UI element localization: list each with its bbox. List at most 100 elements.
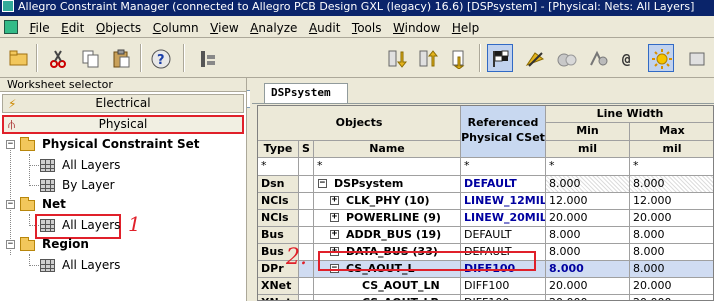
row-max[interactable]: 8.000 [630, 244, 713, 261]
filter-name[interactable]: * [314, 158, 461, 176]
tree-net[interactable]: Net [42, 197, 66, 211]
worksheet-grid-icon [40, 179, 55, 192]
worksheet-area: DSPsystem Objects Referenced Physical CS… [250, 78, 714, 301]
more-icon[interactable] [684, 44, 710, 72]
header-objects[interactable]: Objects [258, 106, 461, 141]
tab-dspsystem[interactable]: DSPsystem [264, 83, 348, 103]
row-name-cell[interactable]: − DSPsystem [314, 176, 461, 193]
header-line-width[interactable]: Line Width [546, 106, 713, 123]
row-min[interactable]: 8.000 [546, 176, 630, 193]
tree-physical-constraint-set[interactable]: Physical Constraint Set [42, 137, 200, 151]
row-max[interactable]: 8.000 [630, 227, 713, 244]
row-max[interactable]: 8.000 [630, 261, 713, 278]
row-max[interactable]: 20.000 [630, 210, 713, 227]
collapse-icon[interactable]: − [6, 140, 15, 149]
expand-icon[interactable]: + [330, 230, 339, 239]
menu-window[interactable]: Window [389, 17, 444, 39]
row-type[interactable]: Bus [258, 227, 299, 244]
row-max[interactable]: 20.000 [630, 295, 713, 300]
row-type[interactable]: XNet [258, 278, 299, 295]
sun-icon[interactable] [648, 44, 674, 72]
flag-icon[interactable] [487, 44, 513, 72]
collapse-icon[interactable]: − [6, 240, 15, 249]
highlight-cs-aout-l [318, 251, 536, 271]
annotation-two: 2. [286, 245, 307, 270]
row-min[interactable]: 8.000 [546, 227, 630, 244]
row-max[interactable]: 20.000 [630, 278, 713, 295]
previous-icon[interactable] [414, 44, 440, 72]
row-name-cell[interactable]: + CLK_PHY (10) [314, 193, 461, 210]
filter-ref[interactable]: * [461, 158, 546, 176]
row-ref-cset[interactable]: DIFF100 [461, 278, 546, 295]
header-name[interactable]: Name [314, 141, 461, 158]
open-folder-icon[interactable] [5, 44, 31, 72]
row-name-cell[interactable]: + POWERLINE (9) [314, 210, 461, 227]
row-type[interactable]: NCls [258, 193, 299, 210]
row-name-cell[interactable]: CS_AOUT_LN [314, 278, 461, 295]
menu-help[interactable]: Help [448, 17, 483, 39]
expand-icon[interactable]: + [330, 196, 339, 205]
row-ref-cset[interactable]: DIFF100 [461, 295, 546, 300]
header-max[interactable]: Max [630, 123, 713, 141]
lightning-icon: ⚡ [8, 97, 17, 111]
find-icon[interactable] [445, 44, 471, 72]
row-type[interactable]: NCls [258, 210, 299, 227]
document-icon[interactable] [4, 20, 18, 34]
physical-button[interactable]: ⫛ Physical [2, 115, 244, 134]
row-name: CS_AOUT_LP [362, 295, 439, 300]
menu-objects[interactable]: Objects [92, 17, 145, 39]
row-min[interactable]: 20.000 [546, 210, 630, 227]
menu-tools[interactable]: Tools [348, 17, 386, 39]
dots-icon[interactable]: @ [616, 44, 642, 72]
menu-edit[interactable]: Edit [57, 17, 88, 39]
row-max[interactable]: 12.000 [630, 193, 713, 210]
row-name: ADDR_BUS (19) [346, 228, 442, 241]
tree-net-all-layers[interactable]: All Layers [62, 218, 120, 232]
menu-file[interactable]: File [26, 17, 54, 39]
tree-region-all-layers[interactable]: All Layers [62, 258, 120, 272]
paste-icon[interactable] [108, 44, 134, 72]
row-min[interactable]: 12.000 [546, 193, 630, 210]
row-min[interactable]: 8.000 [546, 261, 630, 278]
menu-view[interactable]: View [206, 17, 242, 39]
menu-audit[interactable]: Audit [305, 17, 344, 39]
filter-min[interactable]: * [546, 158, 630, 176]
analyze-icon[interactable] [585, 44, 611, 72]
row-min[interactable]: 8.000 [546, 244, 630, 261]
row-ref-cset[interactable]: DEFAULT [461, 227, 546, 244]
menu-column[interactable]: Column [149, 17, 203, 39]
filter-icon[interactable] [194, 44, 220, 72]
row-name-cell[interactable]: + ADDR_BUS (19) [314, 227, 461, 244]
expand-icon[interactable]: + [330, 213, 339, 222]
collapse-icon[interactable]: − [6, 200, 15, 209]
help-icon[interactable]: ? [147, 44, 173, 72]
cut-icon[interactable] [44, 44, 70, 72]
row-ref-cset[interactable]: DEFAULT [461, 176, 546, 193]
filter-type[interactable]: * [258, 158, 299, 176]
row-min[interactable]: 20.000 [546, 278, 630, 295]
row-min[interactable]: 20.000 [546, 295, 630, 300]
row-ref-cset[interactable]: LINEW_12MIL [461, 193, 546, 210]
tree-pcs-all-layers[interactable]: All Layers [62, 158, 120, 172]
electrical-button[interactable]: ⚡ Electrical [2, 94, 244, 113]
row-max[interactable]: 8.000 [630, 176, 713, 193]
row-type[interactable]: XNet [258, 295, 299, 300]
header-type[interactable]: Type [258, 141, 299, 158]
row-ref-cset[interactable]: LINEW_20MIL [461, 210, 546, 227]
row-name-cell[interactable]: CS_AOUT_LP [314, 295, 461, 300]
delete-icon[interactable] [553, 44, 579, 72]
filter-s[interactable] [299, 158, 314, 176]
filter-max[interactable]: * [630, 158, 713, 176]
tree-region[interactable]: Region [42, 237, 89, 251]
collapse-icon[interactable]: − [318, 179, 327, 188]
tree-pcs-by-layer[interactable]: By Layer [62, 178, 115, 192]
pins-icon[interactable] [521, 44, 547, 72]
copy-icon[interactable] [77, 44, 103, 72]
header-referenced-physical-cset[interactable]: Referenced Physical CSet [461, 106, 546, 158]
menu-analyze[interactable]: Analyze [246, 17, 301, 39]
row-status [299, 176, 314, 193]
next-icon[interactable] [383, 44, 409, 72]
row-type[interactable]: Dsn [258, 176, 299, 193]
header-min[interactable]: Min [546, 123, 630, 141]
header-s[interactable]: S [299, 141, 314, 158]
